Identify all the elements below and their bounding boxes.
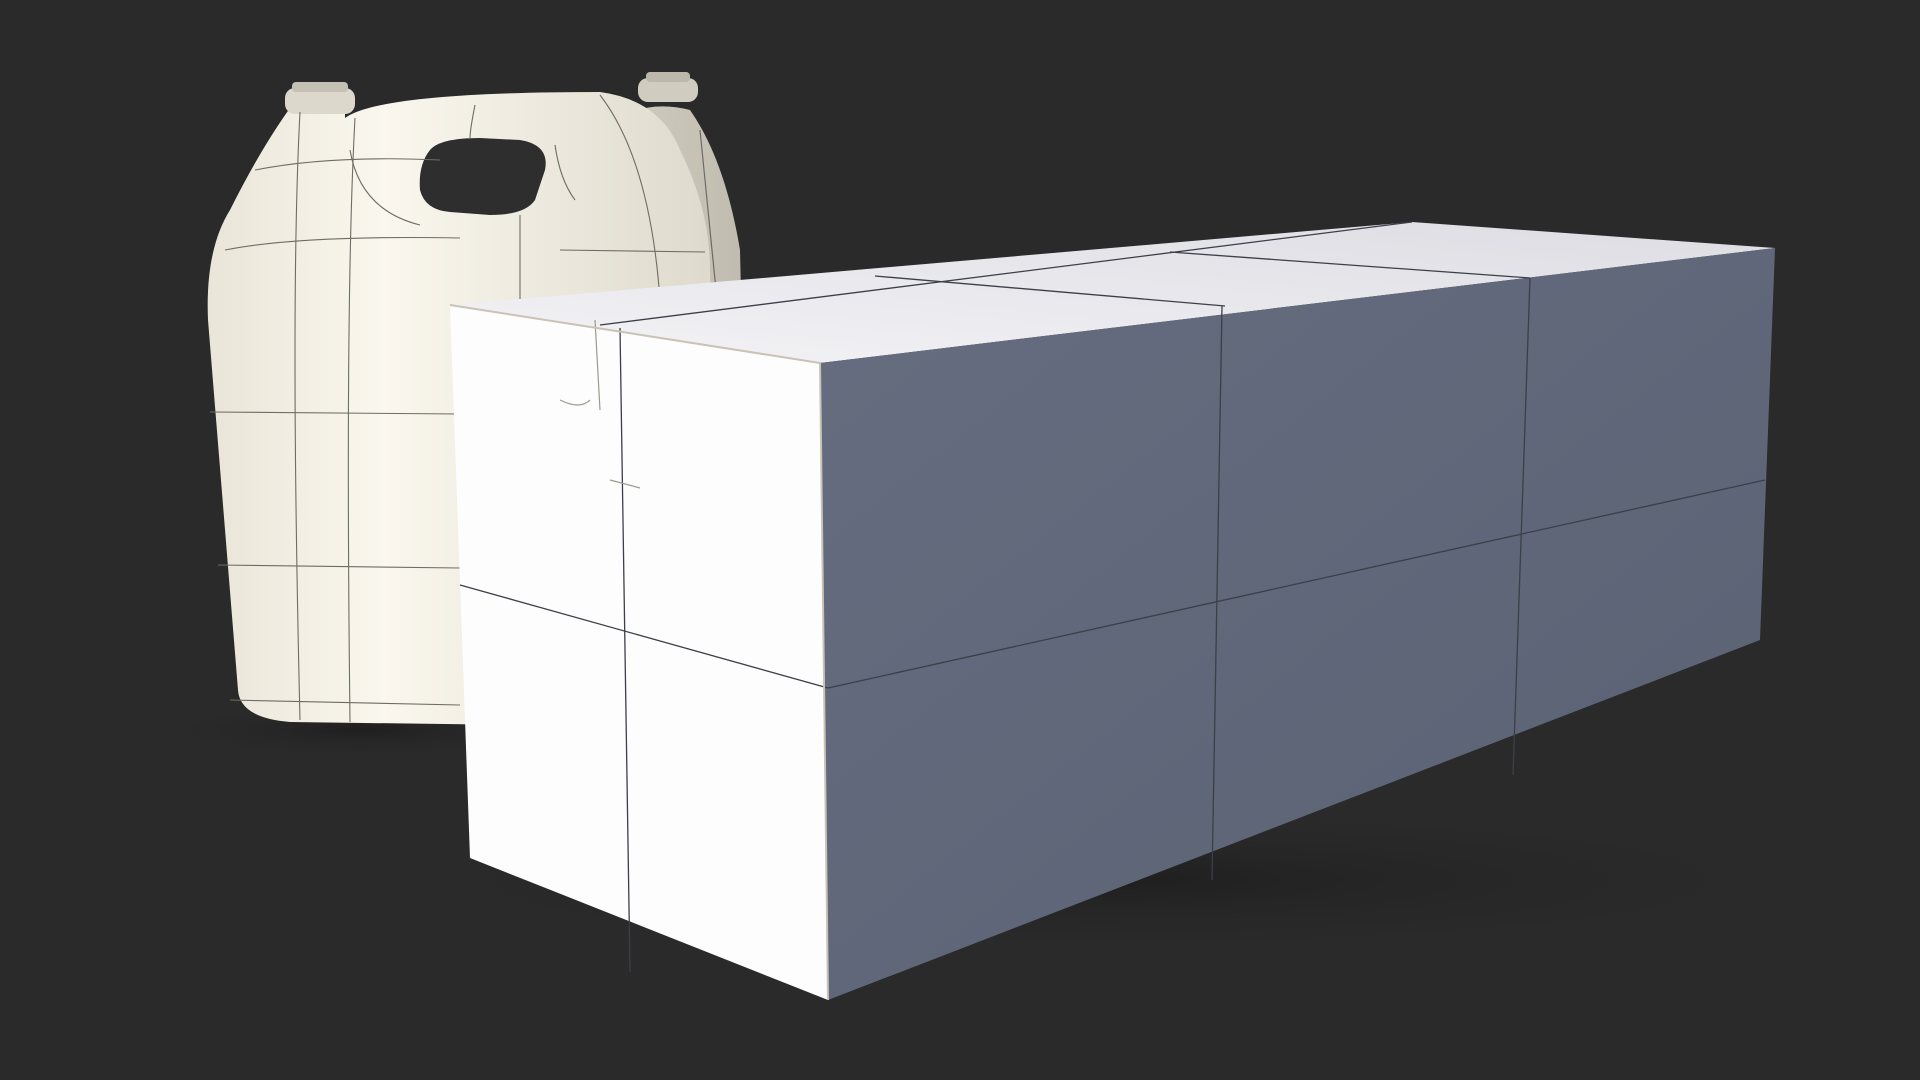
render-viewport bbox=[140, 72, 1900, 1001]
jug-handle-opening bbox=[419, 138, 546, 215]
